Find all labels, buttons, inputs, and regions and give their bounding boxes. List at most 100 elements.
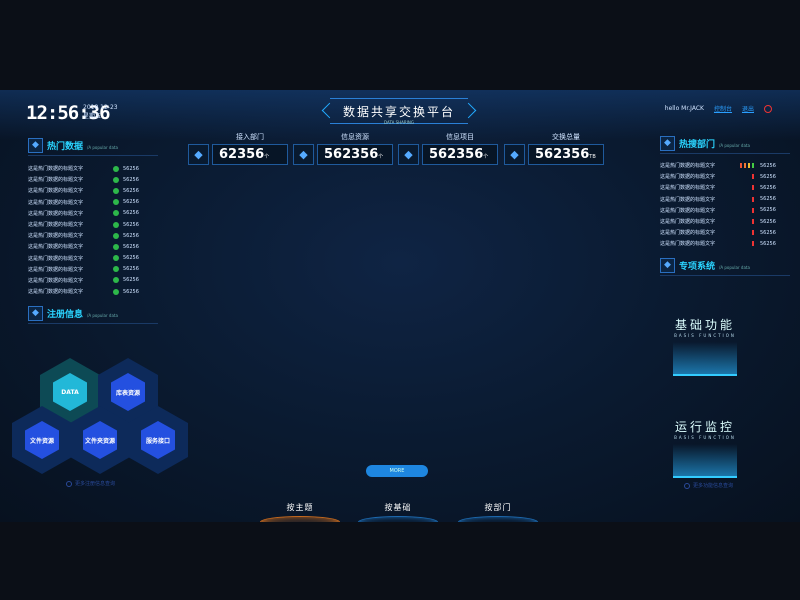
item-label: 这是热门数据的标题文字 (28, 233, 84, 240)
trend-arrow-icon (752, 230, 754, 236)
item-label: 这是热门数据的标题文字 (28, 177, 84, 184)
list-item[interactable]: 这是热门数据的标题文字 56256 (28, 275, 139, 286)
stat-2: 信息项目 ◆ 562356个 (398, 132, 498, 165)
stat-box: ◆ 562356TB (504, 144, 604, 165)
list-item[interactable]: 这是热门数据的标题文字 56256 (28, 197, 139, 208)
item-label: 这是热门数据的标题文字 (28, 244, 84, 251)
date-text: 2018 12-23 (83, 104, 118, 111)
stat-box: ◆ 562356个 (293, 144, 393, 165)
function-subtitle: BASIS FUNCTION (674, 435, 736, 440)
tab-1[interactable]: 按基础 (358, 495, 438, 522)
title-subtitle: DATA SHARING (384, 120, 414, 125)
status-dot-icon (113, 277, 119, 284)
list-item[interactable]: 这是热门数据的标题文字 56256 (28, 219, 139, 230)
trend-icons (732, 219, 754, 225)
item-label: 这是热门数据的标题文字 (660, 230, 716, 237)
list-item[interactable]: 这是热门数据的标题文字 56256 (660, 227, 776, 238)
item-value: 56256 (123, 288, 139, 295)
list-item[interactable]: 这是热门数据的标题文字 56256 (28, 163, 139, 174)
item-value: 56256 (760, 240, 776, 247)
item-value: 56256 (123, 210, 139, 217)
list-item[interactable]: 这是热门数据的标题文字 56256 (28, 230, 139, 241)
more-button[interactable]: MORE (366, 465, 428, 477)
section-title: 专项系统 (679, 262, 716, 272)
stat-number: 562356 (429, 147, 484, 162)
stat-box: ◆ 562356个 (398, 144, 498, 165)
console-link[interactable]: 控制台 (714, 104, 732, 113)
list-item[interactable]: 这是热门数据的标题文字 56256 (660, 160, 776, 171)
greeting: hello Mr.JACK (664, 105, 704, 112)
function-subtitle: BASIS FUNCTION (674, 333, 736, 338)
trend-icons (732, 207, 754, 213)
register-more-link[interactable]: 更多注册信息查询 (66, 480, 115, 487)
list-item[interactable]: 这是热门数据的标题文字 56256 (28, 286, 139, 297)
pedestal (673, 342, 737, 376)
stat-label: 交换总量 (552, 133, 580, 141)
list-item[interactable]: 这是热门数据的标题文字 56256 (28, 241, 139, 252)
tab-0[interactable]: 按主题 (260, 495, 340, 522)
status-dot-icon (113, 266, 119, 273)
trend-arrow-icon (752, 185, 754, 191)
item-value: 56256 (123, 232, 139, 239)
page-title: 数据共享交换平台 DATA SHARING (330, 98, 468, 125)
special-more-link[interactable]: 更多功能信息查询 (684, 482, 733, 489)
item-value: 56256 (123, 165, 139, 172)
trend-arrow-icon (752, 207, 754, 213)
item-label: 这是热门数据的标题文字 (660, 196, 716, 203)
list-item[interactable]: 这是热门数据的标题文字 56256 (660, 238, 776, 249)
stat-3: 交换总量 ◆ 562356TB (504, 132, 604, 165)
trend-arrow-icon (748, 163, 750, 169)
logout-link[interactable]: 退出 (742, 104, 754, 113)
item-value: 56256 (123, 199, 139, 206)
hex-label: 服务接口 (141, 421, 175, 459)
stat-label: 信息资源 (341, 133, 369, 141)
list-item[interactable]: 这是热门数据的标题文字 56256 (660, 216, 776, 227)
list-item[interactable]: 这是热门数据的标题文字 56256 (28, 174, 139, 185)
hex-label: 文件夹资源 (83, 421, 117, 459)
trend-icons (732, 196, 754, 202)
section-title: 注册信息 (47, 310, 84, 320)
list-item[interactable]: 这是热门数据的标题文字 56256 (660, 205, 776, 216)
item-label: 这是热门数据的标题文字 (28, 266, 84, 273)
title-text: 数据共享交换平台 (342, 105, 455, 119)
chart-icon: ◆ (293, 144, 314, 165)
tab-ring (260, 516, 340, 522)
weekday-text: 星期五 (83, 113, 102, 120)
item-label: 这是热门数据的标题文字 (28, 199, 84, 206)
list-item[interactable]: 这是热门数据的标题文字 56256 (28, 185, 139, 196)
register-header: ◆ 注册信息/A popular data (28, 306, 158, 324)
stat-label: 接入部门 (236, 133, 264, 141)
list-item[interactable]: 这是热门数据的标题文字 56256 (28, 264, 139, 275)
section-subtitle: /A popular data (719, 143, 750, 148)
stat-unit: 个 (378, 154, 384, 160)
stat-label: 信息项目 (446, 133, 474, 141)
list-item[interactable]: 这是热门数据的标题文字 56256 (28, 253, 139, 264)
status-dot-icon (113, 176, 119, 183)
cube-icon: ◆ (28, 306, 43, 321)
trend-arrow-icon (752, 163, 754, 169)
info-icon (66, 480, 72, 487)
pedestal (673, 444, 737, 478)
function-basis[interactable]: 基础功能 BASIS FUNCTION (665, 316, 745, 376)
date: 2018 12-23 星期五 (83, 103, 118, 121)
tab-2[interactable]: 按部门 (458, 495, 538, 522)
list-item[interactable]: 这是热门数据的标题文字 56256 (660, 182, 776, 193)
item-value: 56256 (760, 173, 776, 180)
power-icon[interactable] (764, 104, 772, 113)
stat-value: 562356TB (528, 144, 604, 165)
function-monitor[interactable]: 运行监控 BASIS FUNCTION (665, 418, 745, 478)
tab-label: 按部门 (484, 503, 512, 512)
more-link-text: 更多注册信息查询 (75, 481, 116, 487)
trend-arrow-icon (752, 196, 754, 202)
list-item[interactable]: 这是热门数据的标题文字 56256 (660, 171, 776, 182)
status-dot-icon (113, 187, 119, 194)
more-link-text: 更多功能信息查询 (693, 483, 734, 489)
list-item[interactable]: 这是热门数据的标题文字 56256 (28, 208, 139, 219)
status-dot-icon (113, 199, 119, 206)
hex-label: DATA (53, 373, 87, 411)
item-label: 这是热门数据的标题文字 (28, 289, 84, 296)
status-dot-icon (113, 232, 119, 239)
list-item[interactable]: 这是热门数据的标题文字 56256 (660, 194, 776, 205)
stat-value: 562356个 (422, 144, 498, 165)
tab-label: 按主题 (286, 503, 314, 512)
